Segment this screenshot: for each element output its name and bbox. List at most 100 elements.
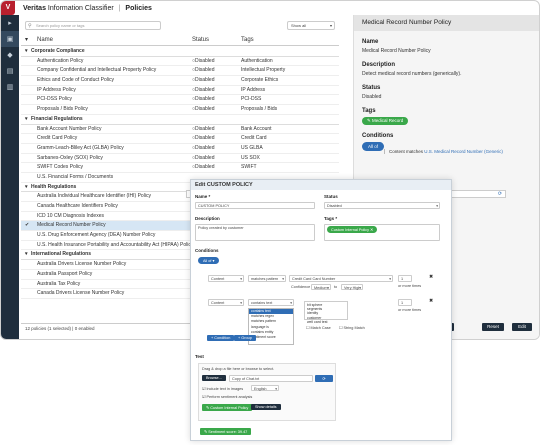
- table-row[interactable]: PCI-DSS Policy ○ Disabled PCI-DSS: [21, 95, 339, 106]
- dropzone-hint: Drag & drop a file here or browse to sel…: [202, 367, 275, 371]
- collapse-icon[interactable]: ▾: [25, 47, 28, 57]
- sentiment-checkbox[interactable]: ☑ Perform sentiment analysis: [202, 394, 252, 399]
- col-status[interactable]: Status: [192, 35, 209, 46]
- group-row[interactable]: ▾ Corporate Compliance: [21, 47, 339, 57]
- column-header: ▾ Name Status Tags: [21, 35, 339, 46]
- policy-tags: Authentication: [241, 57, 273, 64]
- policy-tags: US GLBA: [241, 144, 263, 151]
- modal-status-label: Status: [324, 194, 338, 199]
- confidence-min-select[interactable]: Medium ▾: [311, 284, 331, 290]
- modal-title: Edit CUSTOM POLICY: [191, 180, 451, 190]
- edit-button[interactable]: Edit: [512, 323, 532, 331]
- briefcase-icon[interactable]: ▣: [1, 31, 19, 47]
- chart-icon[interactable]: ▥: [1, 79, 19, 95]
- cond2-delete-icon[interactable]: ✖: [429, 298, 433, 304]
- string-match-checkbox[interactable]: ☐ String Match: [339, 325, 365, 330]
- include-images-checkbox[interactable]: ☑ Include text in images: [202, 386, 243, 391]
- policy-status: ○ Disabled: [192, 96, 215, 103]
- row-checkbox[interactable]: ✔: [25, 221, 29, 231]
- test-dropzone[interactable]: Drag & drop a file here or browse to sel…: [198, 363, 336, 421]
- name-value: Medical Record Number Policy: [362, 48, 431, 54]
- collapse-icon[interactable]: ▾: [25, 183, 28, 193]
- edit-policy-modal: Edit CUSTOM POLICY Name * CUSTOM POLICY …: [190, 179, 452, 441]
- modal-tag-chip[interactable]: Custom Internal Policy ✕: [327, 226, 378, 233]
- file-name-field[interactable]: Copy of Chat.txt: [229, 375, 313, 382]
- cond2-words-list[interactable]: bit sphere segments identity customer well c…: [304, 301, 348, 324]
- app-title-rest: Information Classifier: [47, 5, 114, 12]
- cond1-value-select[interactable]: Credit Card Card Number ▾: [289, 275, 393, 282]
- refresh-icon[interactable]: ⟳: [496, 191, 504, 197]
- table-row[interactable]: Credit Card Policy ○ Disabled Credit Card: [21, 134, 339, 144]
- table-row[interactable]: Authentication Policy ○ Disabled Authentic…: [21, 57, 339, 67]
- policy-name: Australia Tax Policy: [37, 280, 81, 287]
- policy-tags: SWIFT: [241, 164, 257, 171]
- title-bar: Veritas Information Classifier | Policie…: [23, 5, 152, 12]
- cond2-field-select[interactable]: Content ▾: [208, 299, 244, 306]
- browse-button[interactable]: Browse...: [202, 375, 226, 381]
- condition-text: Content matches U.S. Medical Record Numb…: [384, 149, 533, 154]
- status-select[interactable]: Disabled ▾: [324, 202, 440, 209]
- group-label: Health Regulations: [31, 183, 77, 190]
- table-row[interactable]: Proposals / Bids Policy ○ Disabled Proposa…: [21, 105, 339, 115]
- brand-logo: V: [1, 1, 15, 15]
- table-row[interactable]: Gramm-Leach-Bliley Act (GLBA) Policy ○ Di…: [21, 144, 339, 154]
- policy-status: ○ Disabled: [192, 77, 215, 84]
- tags-label: Tags: [362, 108, 376, 114]
- app-title-bold: Veritas: [23, 5, 46, 12]
- chat-icon[interactable]: ▤: [1, 63, 19, 79]
- table-row[interactable]: Company Confidential and Intellectual Pr…: [21, 66, 339, 77]
- detail-header: Medical Record Number Policy: [354, 15, 539, 31]
- policy-tags: Credit Card: [241, 135, 267, 142]
- tag-icon[interactable]: ◆: [1, 47, 19, 63]
- add-condition-button[interactable]: + Condition: [207, 335, 235, 341]
- policy-name-input[interactable]: CUSTOM POLICY: [195, 202, 315, 209]
- policy-name: Australia Drivers License Number Policy: [37, 261, 127, 268]
- policy-name: Sarbanes-Oxley (SOX) Policy: [37, 154, 103, 161]
- home-icon[interactable]: ▸: [1, 15, 19, 31]
- table-row[interactable]: IP Address Policy ○ Disabled IP Address: [21, 86, 339, 96]
- cond1-count-input[interactable]: 1: [398, 275, 412, 282]
- language-select[interactable]: English ▾: [251, 385, 279, 391]
- select-all-checkbox[interactable]: ▾: [25, 35, 28, 46]
- search-input[interactable]: ⚲ Search policy name or tags: [25, 21, 161, 30]
- policy-name: Gramm-Leach-Bliley Act (GLBA) Policy: [37, 144, 124, 151]
- cond1-delete-icon[interactable]: ✖: [429, 274, 433, 280]
- collapse-icon[interactable]: ▾: [25, 250, 28, 260]
- col-tags[interactable]: Tags: [241, 35, 254, 46]
- conditions-label: Conditions: [362, 133, 394, 139]
- filter-select[interactable]: Show all ▾: [287, 21, 335, 30]
- col-name[interactable]: Name: [37, 35, 53, 46]
- desc-label: Description: [362, 62, 396, 68]
- cond1-field-select[interactable]: Content ▾: [208, 275, 244, 282]
- policy-name: U.S. Financial Forms / Documents: [37, 173, 114, 180]
- table-row[interactable]: Bank Account Number Policy ○ Disabled Bank…: [21, 125, 339, 135]
- table-row[interactable]: Sarbanes-Oxley (SOX) Policy ○ Disabled US …: [21, 154, 339, 164]
- confidence-label: Confidence: [291, 285, 311, 289]
- policy-name: Ethics and Code of Conduct Policy: [37, 77, 114, 84]
- policy-tags: Intellectual Property: [241, 67, 286, 74]
- policy-status: ○ Disabled: [192, 86, 215, 93]
- cond2-count-input[interactable]: 1: [398, 299, 412, 306]
- run-test-icon[interactable]: ⟳: [315, 375, 333, 382]
- group-row[interactable]: ▾ Financial Regulations: [21, 115, 339, 125]
- policy-name: Australia Passport Policy: [37, 270, 93, 277]
- policy-status: ○ Disabled: [192, 57, 215, 64]
- modal-all-of-select[interactable]: All of ▾: [198, 257, 220, 264]
- modal-desc-label: Description: [195, 216, 220, 221]
- cond1-operator-select[interactable]: matches pattern ▾: [248, 275, 286, 282]
- table-row[interactable]: SWIFT Codes Policy ○ Disabled SWIFT: [21, 163, 339, 173]
- add-group-button[interactable]: + Group: [234, 335, 256, 341]
- show-details-button[interactable]: Show details: [251, 404, 281, 410]
- all-of-badge: All of: [362, 142, 385, 151]
- cond2-operator-select[interactable]: contains text ▾: [248, 299, 294, 306]
- description-textarea[interactable]: Policy created by customer: [195, 224, 315, 241]
- collapse-icon[interactable]: ▾: [25, 115, 28, 125]
- match-case-checkbox[interactable]: ☐ Match Case: [306, 325, 331, 330]
- tag-badge: ✎ Medical Record: [362, 117, 409, 125]
- policy-name: Australia Individual Healthcare Identifi…: [37, 193, 151, 200]
- reset-button[interactable]: Reset: [482, 323, 504, 331]
- confidence-max-select[interactable]: Very High ▾: [341, 284, 363, 290]
- table-row[interactable]: Ethics and Code of Conduct Policy ○ Disab…: [21, 76, 339, 86]
- policy-name: Authentication Policy: [37, 57, 84, 64]
- condition-link[interactable]: U.S. Medical Record Number (Generic): [424, 149, 503, 154]
